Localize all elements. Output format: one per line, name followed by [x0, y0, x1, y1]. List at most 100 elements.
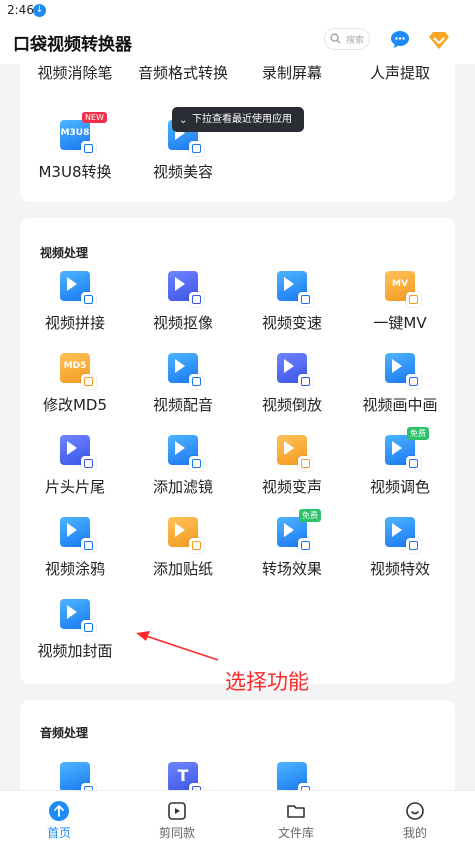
tool-label: M3U8转换 — [38, 163, 112, 181]
tool-video-dubbing[interactable]: 视频配音 — [128, 353, 238, 415]
sticker-icon — [168, 517, 204, 553]
tool-audio-3[interactable] — [237, 762, 347, 798]
tool-label: 视频消除笔 — [37, 64, 113, 82]
section-title: 视频处理 — [40, 246, 89, 260]
audio-wave-icon — [277, 762, 313, 798]
nav-label: 文件库 — [277, 826, 314, 840]
pip-icon — [385, 353, 421, 389]
video-speed-icon — [277, 271, 313, 307]
tool-color-grading[interactable]: 免费 视频调色 — [345, 427, 455, 497]
tool-label: 片头片尾 — [44, 478, 105, 496]
tool-label: 转场效果 — [261, 560, 322, 578]
tool-voice-change[interactable]: 视频变声 — [237, 435, 347, 497]
tool-video-eraser[interactable]: 视频消除笔 — [20, 62, 130, 83]
tool-audio-format[interactable]: 音频格式转换 — [128, 62, 238, 83]
color-grading-icon: 免费 — [385, 427, 429, 471]
audio-record-icon — [60, 762, 96, 798]
app-title: 口袋视频转换器 — [13, 35, 132, 55]
tool-label: 视频特效 — [369, 560, 430, 578]
tool-label: 视频调色 — [369, 478, 430, 496]
template-video-icon — [168, 802, 186, 820]
transition-icon: 免费 — [277, 509, 321, 553]
icon-text: M3U8 — [60, 128, 90, 138]
md5-icon: MD5 — [60, 353, 96, 389]
video-section-card: 视频处理 视频拼接 视频抠像 视频变速 MV 一键MV MD5 修改MD5 视频… — [20, 218, 455, 684]
nav-profile[interactable]: 我的 — [356, 791, 474, 845]
tool-intro-outro[interactable]: 片头片尾 — [20, 435, 130, 497]
home-icon — [49, 801, 69, 821]
tool-video-reverse[interactable]: 视频倒放 — [237, 353, 347, 415]
tool-label: 视频配音 — [152, 396, 213, 414]
text-to-speech-icon: T — [168, 762, 204, 798]
tool-label: 一键MV — [373, 314, 427, 332]
tool-transition[interactable]: 免费 转场效果 — [237, 509, 347, 579]
video-concat-icon — [60, 271, 96, 307]
nav-files[interactable]: 文件库 — [237, 791, 355, 845]
recent-apps-tooltip[interactable]: ⌄ 下拉查看最近使用应用 — [172, 107, 304, 132]
video-reverse-icon — [277, 353, 313, 389]
intro-outro-icon — [60, 435, 96, 471]
tool-label: 音频格式转换 — [137, 64, 228, 82]
message-icon[interactable] — [388, 28, 412, 52]
video-cover-icon — [60, 599, 96, 635]
search-icon — [330, 33, 341, 44]
section-title: 音频处理 — [40, 726, 89, 740]
tool-one-click-mv[interactable]: MV 一键MV — [345, 271, 455, 333]
tool-video-cover[interactable]: 视频加封面 — [20, 599, 130, 661]
nav-home[interactable]: 首页 — [0, 791, 118, 845]
tool-vocal-extract[interactable]: 人声提取 — [345, 62, 455, 83]
tool-label: 添加贴纸 — [152, 560, 213, 578]
tool-video-speed[interactable]: 视频变速 — [237, 271, 347, 333]
free-badge: 免费 — [407, 427, 429, 440]
tool-label: 视频加封面 — [37, 642, 113, 660]
tool-picture-in-picture[interactable]: 视频画中画 — [345, 353, 455, 415]
tool-modify-md5[interactable]: MD5 修改MD5 — [20, 353, 130, 415]
mv-icon: MV — [385, 271, 421, 307]
tool-audio-2[interactable]: T — [128, 762, 238, 798]
tool-label: 视频涂鸦 — [44, 560, 105, 578]
audio-section-card: 音频处理 T — [20, 700, 455, 800]
annotation-text: 选择功能 — [225, 670, 309, 694]
tool-label: 录制屏幕 — [261, 64, 322, 82]
video-matting-icon — [168, 271, 204, 307]
effects-icon — [385, 517, 421, 553]
status-bar: 2:46 ↓ — [0, 0, 475, 22]
voice-change-icon — [277, 435, 313, 471]
tool-label: 添加滤镜 — [152, 478, 213, 496]
tool-label: 人声提取 — [369, 64, 430, 82]
tool-label: 视频拼接 — [44, 314, 105, 332]
nav-templates[interactable]: 剪同款 — [118, 791, 236, 845]
new-badge: NEW — [82, 112, 107, 123]
tool-add-sticker[interactable]: 添加贴纸 — [128, 517, 238, 579]
doodle-icon — [60, 517, 96, 553]
tool-label: 修改MD5 — [42, 396, 108, 414]
tool-video-doodle[interactable]: 视频涂鸦 — [20, 517, 130, 579]
vip-diamond-icon[interactable] — [427, 28, 451, 52]
double-chevron-down-icon: ⌄ — [179, 115, 188, 126]
tool-video-effects[interactable]: 视频特效 — [345, 517, 455, 579]
nav-label: 我的 — [402, 826, 427, 840]
tool-video-concat[interactable]: 视频拼接 — [20, 271, 130, 333]
tool-screen-record[interactable]: 录制屏幕 — [237, 62, 347, 83]
tooltip-text: 下拉查看最近使用应用 — [192, 114, 292, 125]
tool-label: 视频画中画 — [362, 396, 438, 414]
search-placeholder: 搜索 — [346, 36, 365, 46]
tool-label: 视频倒放 — [261, 396, 322, 414]
nav-label: 剪同款 — [158, 826, 195, 840]
tool-label: 视频变速 — [261, 314, 322, 332]
bottom-nav: 首页 剪同款 文件库 我的 — [0, 790, 475, 845]
profile-smile-icon — [406, 802, 424, 820]
filter-icon — [168, 435, 204, 471]
video-dubbing-icon — [168, 353, 204, 389]
tool-video-matting[interactable]: 视频抠像 — [128, 271, 238, 333]
tool-audio-1[interactable] — [20, 762, 130, 798]
tool-label: 视频抠像 — [152, 314, 213, 332]
tool-add-filter[interactable]: 添加滤镜 — [128, 435, 238, 497]
tool-label: 视频美容 — [152, 163, 213, 181]
folder-icon — [287, 805, 305, 818]
m3u8-icon: M3U8 NEW — [60, 112, 107, 156]
tool-m3u8[interactable]: M3U8 NEW M3U8转换 — [20, 112, 130, 182]
search-box[interactable]: 搜索 — [324, 28, 370, 50]
free-badge: 免费 — [299, 509, 321, 522]
tool-label: 视频变声 — [261, 478, 322, 496]
